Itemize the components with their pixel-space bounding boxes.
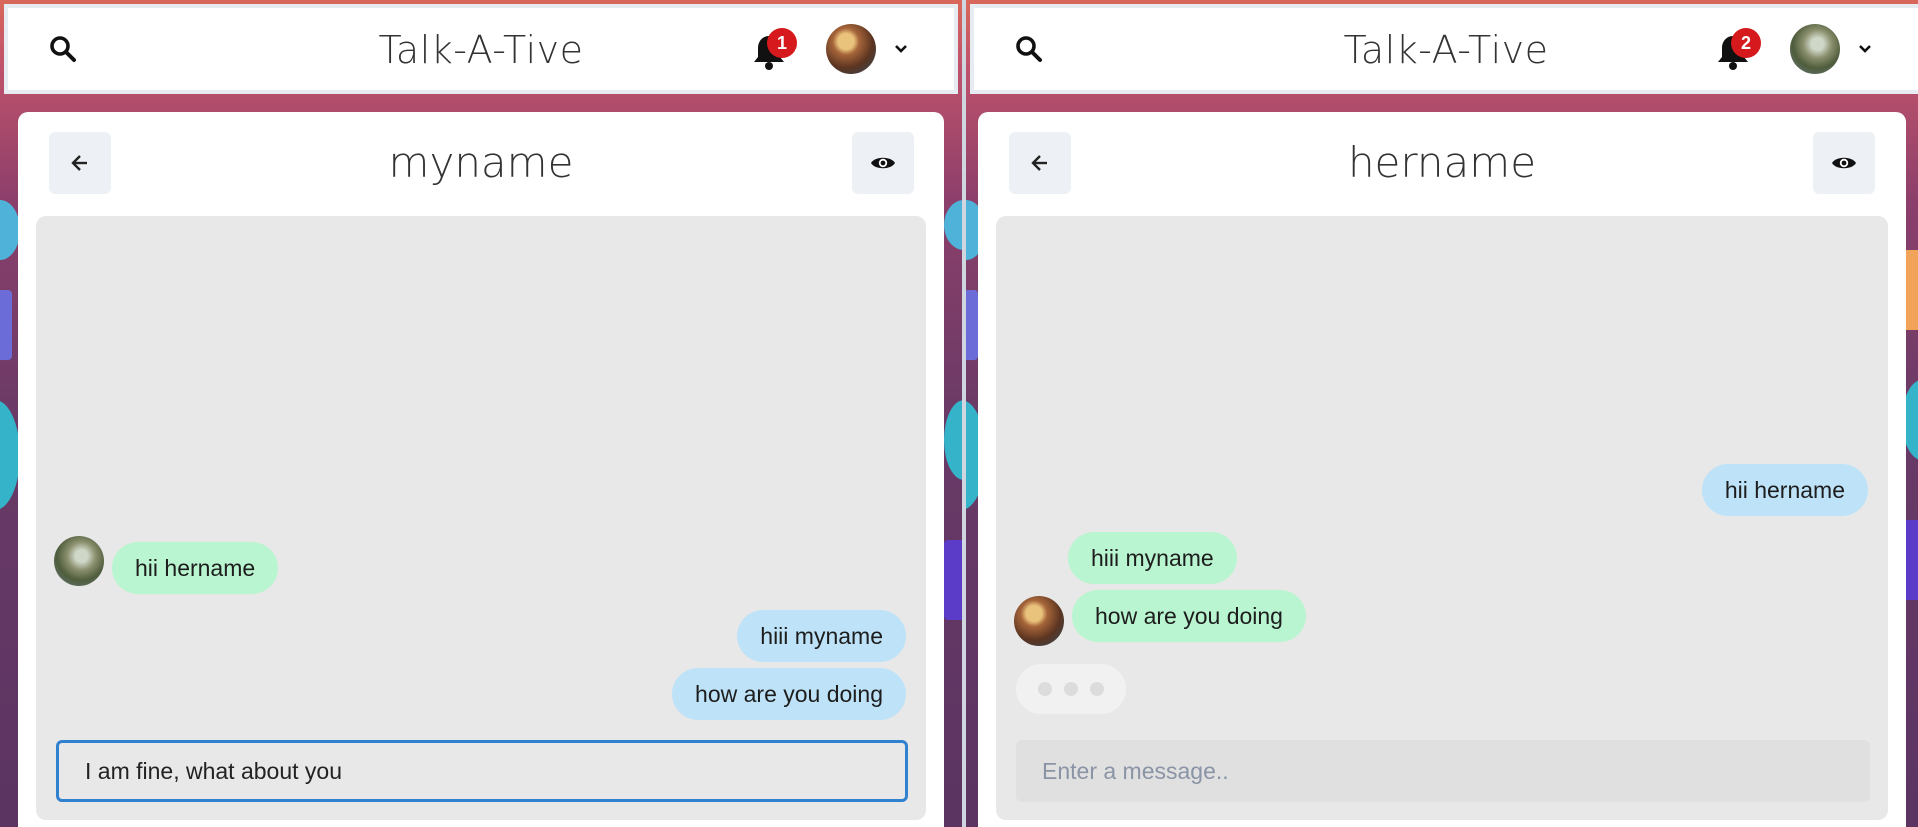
typing-dot — [1090, 682, 1104, 696]
background-decoration — [944, 400, 962, 480]
message-bubble: how are you doing — [672, 668, 906, 720]
eye-icon — [1832, 157, 1856, 169]
view-profile-button[interactable] — [1813, 132, 1875, 194]
message-bubble: hii hername — [1701, 464, 1868, 516]
right-window: Talk-A-Tive 2 hername hii hername hiii m… — [966, 0, 1918, 827]
message-bubble: hii hername — [112, 542, 279, 594]
message-bubble: hiii myname — [1068, 532, 1237, 584]
sender-avatar — [54, 536, 104, 586]
background-decoration — [0, 200, 20, 260]
search-button[interactable] — [48, 34, 78, 64]
typing-dot — [1038, 682, 1052, 696]
search-button[interactable] — [1014, 34, 1044, 64]
top-navbar: Talk-A-Tive 2 — [974, 8, 1918, 90]
message-input[interactable] — [56, 740, 908, 802]
notification-badge: 1 — [767, 28, 797, 58]
top-navbar: Talk-A-Tive 1 — [8, 8, 954, 90]
notification-badge: 2 — [1731, 28, 1761, 58]
notification-button[interactable]: 1 — [753, 28, 797, 70]
profile-menu-button[interactable] — [1790, 24, 1872, 74]
app-title: Talk-A-Tive — [1343, 28, 1549, 72]
view-profile-button[interactable] — [852, 132, 914, 194]
background-decoration — [944, 540, 962, 620]
search-icon — [50, 36, 76, 62]
chevron-down-icon — [895, 45, 907, 53]
profile-menu-button[interactable] — [826, 24, 908, 74]
left-window: Talk-A-Tive 1 myname hii hername hiii my… — [0, 0, 962, 827]
message-input[interactable] — [1016, 740, 1870, 802]
chat-box: hername hii hername hiii myname how are … — [978, 112, 1906, 827]
chat-title: hername — [1347, 138, 1537, 187]
chat-box: myname hii hername hiii myname how are y… — [18, 112, 944, 827]
sender-avatar — [1014, 596, 1064, 646]
background-decoration — [0, 290, 12, 360]
eye-icon — [871, 157, 895, 169]
notification-button[interactable]: 2 — [1717, 28, 1761, 70]
avatar — [1790, 24, 1840, 74]
messages-area[interactable]: hii hername hiii myname how are you doin… — [996, 216, 1888, 820]
messages-area[interactable]: hii hername hiii myname how are you doin… — [36, 216, 926, 820]
app-title: Talk-A-Tive — [378, 28, 584, 72]
typing-dot — [1064, 682, 1078, 696]
message-bubble: how are you doing — [1072, 590, 1306, 642]
typing-indicator — [1016, 664, 1126, 714]
background-decoration — [944, 200, 962, 250]
chat-title: myname — [388, 138, 574, 187]
avatar — [826, 24, 876, 74]
message-bubble: hiii myname — [737, 610, 906, 662]
search-icon — [1016, 36, 1042, 62]
background-decoration — [0, 400, 20, 510]
background-decoration — [966, 290, 978, 360]
chevron-down-icon — [1859, 45, 1871, 53]
